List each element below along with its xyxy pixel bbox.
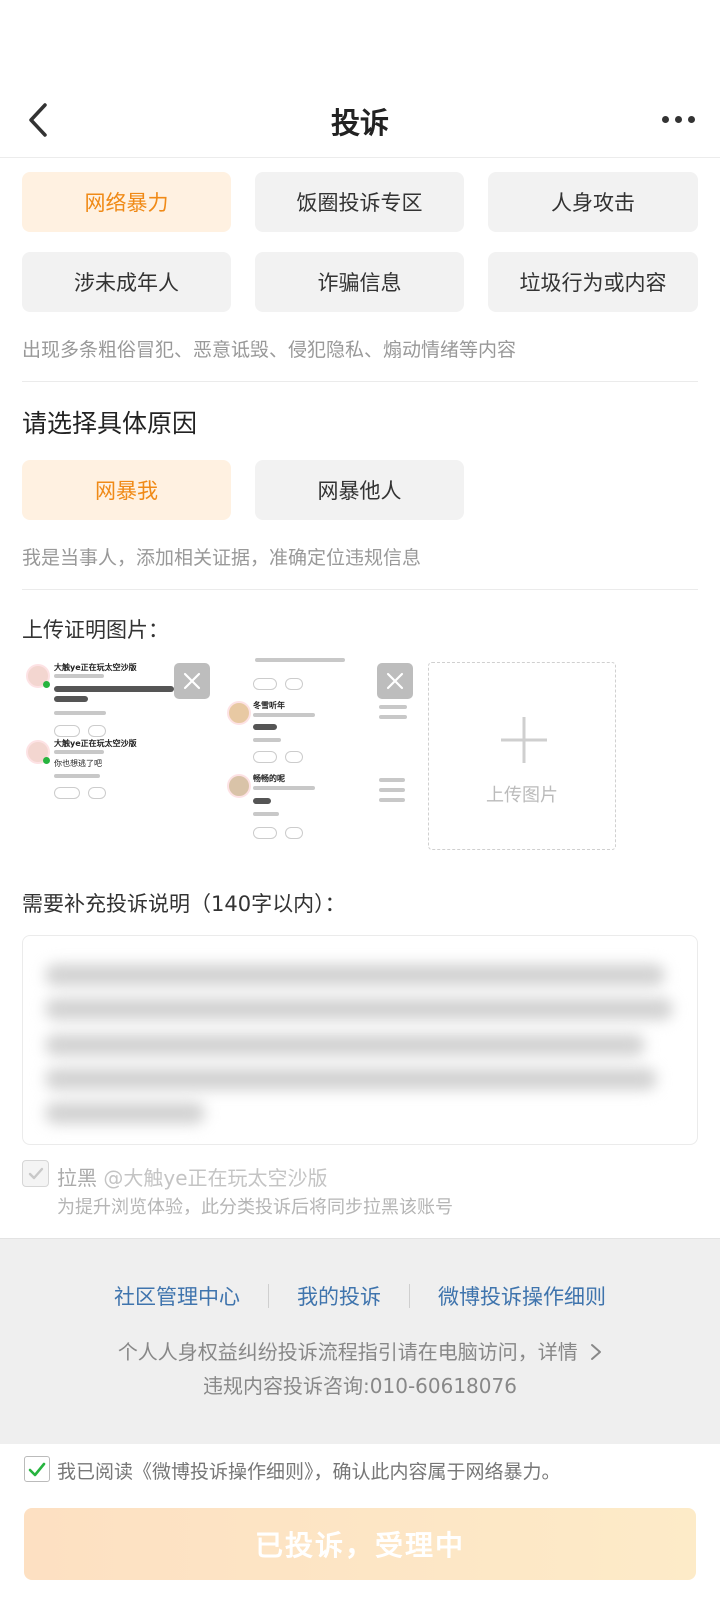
thumb-meta-line xyxy=(54,674,104,678)
my-complaints-link[interactable]: 我的投诉 xyxy=(297,1281,381,1311)
reason-section-title: 请选择具体原因 xyxy=(22,409,198,438)
thumb-username: 大触ye正在玩太空沙版 xyxy=(54,663,137,672)
category-chip-personal-attack[interactable]: 人身攻击 xyxy=(488,172,698,232)
thumb-side-line xyxy=(379,705,407,709)
thumb-quote-line xyxy=(253,812,279,816)
thumb-reply-pill xyxy=(253,751,277,763)
description-textarea[interactable] xyxy=(22,935,698,1145)
upload-image-label: 上传图片 xyxy=(486,785,558,806)
thumb-reply-pill xyxy=(54,787,80,799)
reason-description: 我是当事人，添加相关证据，准确定位违规信息 xyxy=(22,547,422,569)
thumb-like-pill xyxy=(88,725,106,737)
more-dot xyxy=(687,115,695,123)
thumb-quote-line xyxy=(54,774,100,778)
more-dot xyxy=(661,115,669,123)
thumb-meta-line xyxy=(255,658,345,662)
avatar xyxy=(227,774,251,798)
thumb-username: 大触ye正在玩太空沙版 xyxy=(54,739,137,748)
chevron-right-icon xyxy=(591,1344,602,1360)
thumb-meta-line xyxy=(253,786,315,790)
thumb-reply-pill xyxy=(253,678,277,690)
thumb-reply-pill xyxy=(54,725,80,737)
avatar xyxy=(227,701,251,725)
community-center-link[interactable]: 社区管理中心 xyxy=(114,1281,240,1311)
thumb-username: 冬雪听年 xyxy=(253,701,285,710)
block-user-handle: @大触ye正在玩太空沙版 xyxy=(103,1166,328,1190)
thumb-side-line xyxy=(379,788,405,792)
block-user-checkbox[interactable] xyxy=(22,1160,49,1187)
remove-image-button[interactable] xyxy=(174,663,210,699)
thumb-text-line xyxy=(253,724,277,730)
thumb-like-pill xyxy=(285,678,303,690)
check-icon xyxy=(28,1167,43,1179)
more-button[interactable] xyxy=(654,104,702,134)
thumb-text-line xyxy=(54,696,88,702)
thumb-text-line xyxy=(54,686,174,692)
block-user-hint: 为提升浏览体验，此分类投诉后将同步拉黑该账号 xyxy=(57,1197,453,1218)
category-chip-spam[interactable]: 垃圾行为或内容 xyxy=(488,252,698,312)
agreement-text: 我已阅读《微博投诉操作细则》，确认此内容属于网络暴力。 xyxy=(57,1461,561,1483)
block-prefix: 拉黑 xyxy=(57,1166,104,1190)
reason-chip-me[interactable]: 网暴我 xyxy=(22,460,231,520)
submit-button[interactable]: 已投诉，受理中 xyxy=(24,1508,696,1580)
thumb-side-line xyxy=(379,778,405,782)
agreement-checkbox[interactable] xyxy=(24,1456,50,1482)
upload-label: 上传证明图片： xyxy=(22,618,169,642)
thumb-meta-line xyxy=(54,750,104,754)
description-label: 需要补充投诉说明（140字以内）： xyxy=(22,892,346,916)
divider xyxy=(22,381,698,382)
thumb-comment-text: 你也想逃了吧 xyxy=(54,759,102,768)
thumb-text-line xyxy=(253,798,271,804)
guide-line[interactable]: 个人人身权益纠纷投诉流程指引请在电脑访问，详情 xyxy=(0,1336,720,1365)
footer-links: 社区管理中心 我的投诉 微博投诉操作细则 xyxy=(0,1281,720,1311)
more-dot xyxy=(674,115,682,123)
thumb-like-pill xyxy=(88,787,106,799)
hotline-text: 违规内容投诉咨询:010-60618076 xyxy=(203,1374,517,1398)
thumb-like-pill xyxy=(285,827,303,839)
link-separator xyxy=(409,1284,410,1308)
block-user-label: 拉黑 @大触ye正在玩太空沙版 xyxy=(57,1162,328,1191)
thumb-username: 畅畅的呢 xyxy=(253,774,285,783)
close-icon xyxy=(183,672,201,690)
thumb-like-pill xyxy=(285,751,303,763)
guide-text: 个人人身权益纠纷投诉流程指引请在电脑访问，详情 xyxy=(117,1340,578,1364)
category-chip-fandom[interactable]: 饭圈投诉专区 xyxy=(255,172,464,232)
thumb-quote-line xyxy=(253,738,281,742)
divider xyxy=(22,589,698,590)
category-chip-fraud[interactable]: 诈骗信息 xyxy=(255,252,464,312)
blurred-text-line xyxy=(45,1068,657,1090)
remove-image-button[interactable] xyxy=(377,663,413,699)
thumb-quote-line xyxy=(54,711,106,715)
category-description: 出现多条粗俗冒犯、恶意诋毁、侵犯隐私、煽动情绪等内容 xyxy=(22,339,517,361)
footer-panel: 社区管理中心 我的投诉 微博投诉操作细则 个人人身权益纠纷投诉流程指引请在电脑访… xyxy=(0,1238,720,1444)
plus-icon xyxy=(501,717,547,763)
thumb-side-line xyxy=(379,715,407,719)
avatar xyxy=(26,664,50,688)
close-icon xyxy=(386,672,404,690)
category-chip-cyberbullying[interactable]: 网络暴力 xyxy=(22,172,231,232)
upload-image-button[interactable]: 上传图片 xyxy=(428,662,616,850)
complaint-rules-link[interactable]: 微博投诉操作细则 xyxy=(438,1281,606,1311)
blurred-text-line xyxy=(45,998,673,1020)
top-bar: 投诉 xyxy=(0,0,720,158)
blurred-text-line xyxy=(45,964,665,986)
thumb-side-line xyxy=(379,798,405,802)
page-title: 投诉 xyxy=(330,106,389,140)
category-chip-minors[interactable]: 涉未成年人 xyxy=(22,252,231,312)
reason-chip-others[interactable]: 网暴他人 xyxy=(255,460,464,520)
link-separator xyxy=(268,1284,269,1308)
avatar xyxy=(26,740,50,764)
blurred-text-line xyxy=(45,1034,645,1056)
blurred-text-line xyxy=(45,1102,205,1124)
thumb-meta-line xyxy=(253,713,315,717)
thumb-reply-pill xyxy=(253,827,277,839)
check-icon xyxy=(28,1462,46,1476)
